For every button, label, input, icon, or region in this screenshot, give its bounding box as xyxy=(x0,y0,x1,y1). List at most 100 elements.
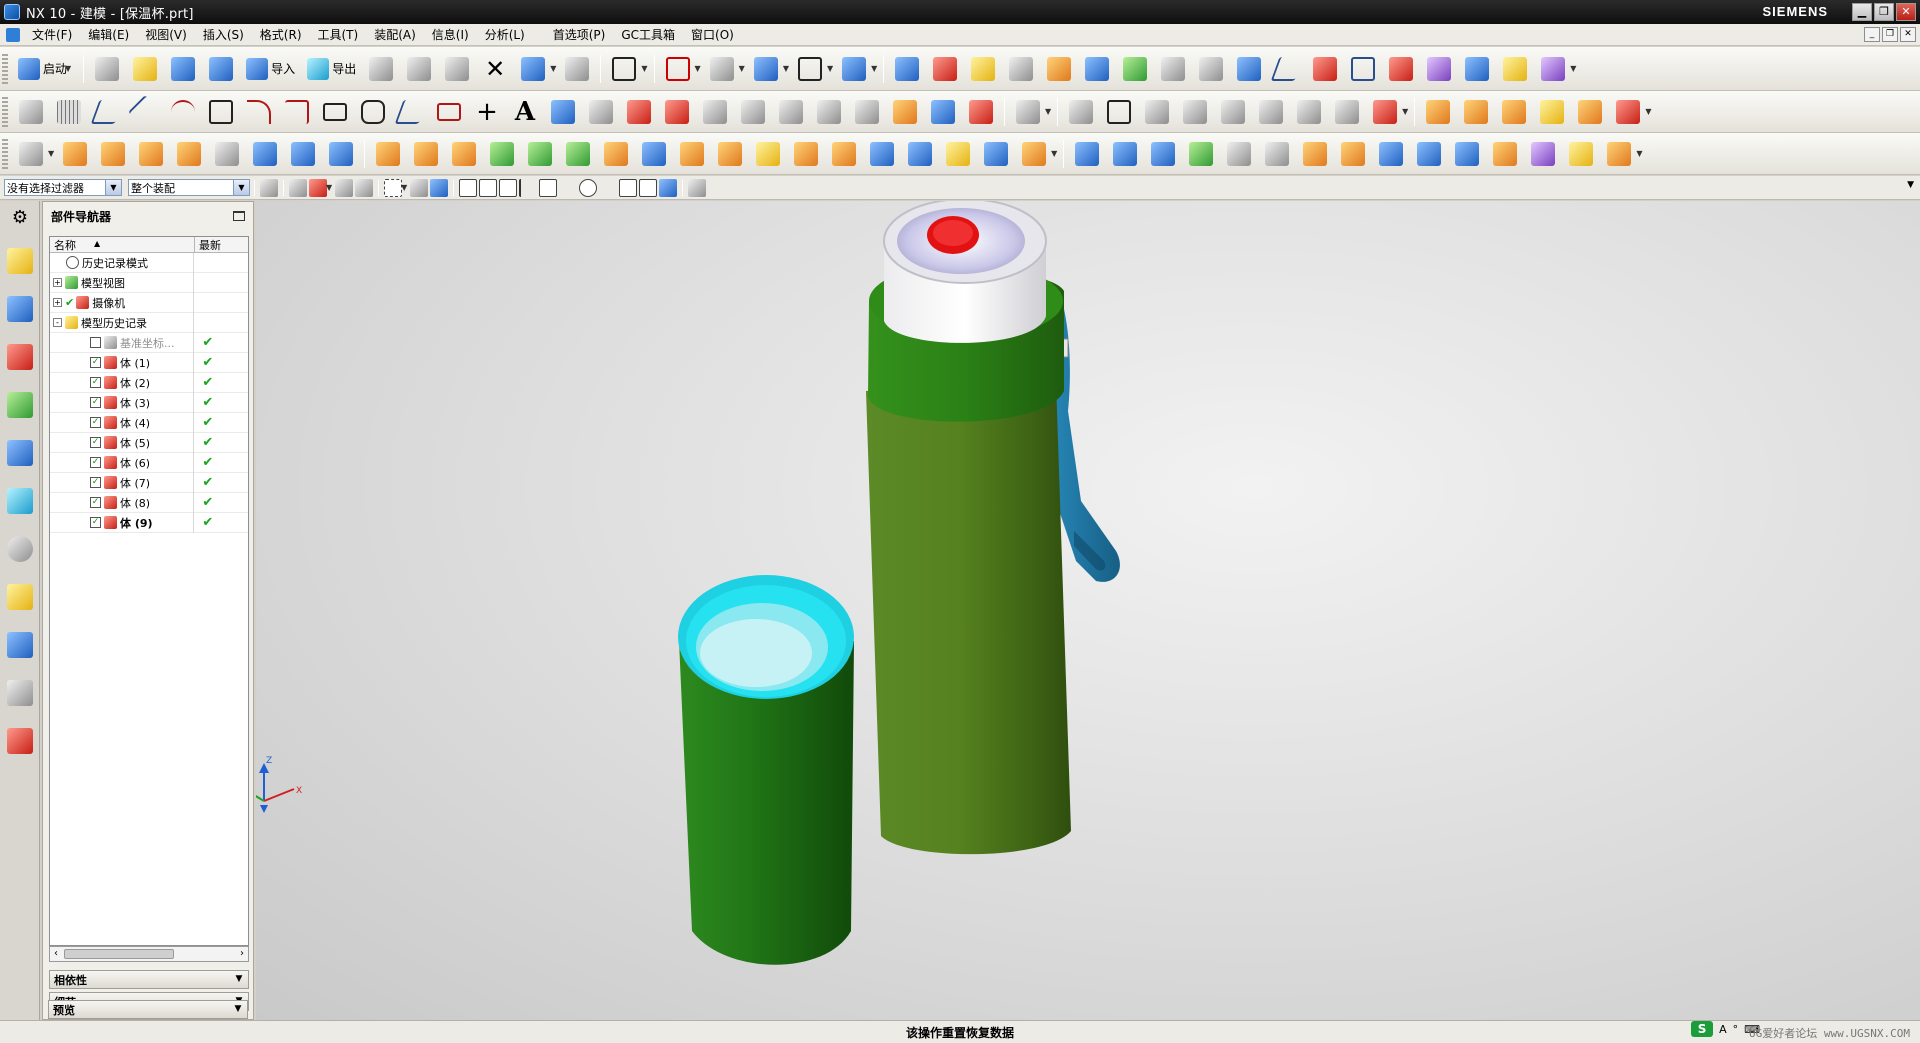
chevron-down-icon[interactable]: ▼ xyxy=(871,64,877,73)
tube-surface-button[interactable] xyxy=(1374,137,1408,171)
revolve-button[interactable] xyxy=(172,137,206,171)
pattern-face-button[interactable] xyxy=(96,137,130,171)
column-name[interactable]: 名称 ▲ xyxy=(50,237,195,252)
pattern-feature-button[interactable] xyxy=(58,137,92,171)
offset-region-button[interactable] xyxy=(1535,95,1569,129)
snap-endpoint-icon[interactable] xyxy=(459,178,478,197)
split-curve-button[interactable] xyxy=(1140,95,1174,129)
menu-analysis[interactable]: 分析(L) xyxy=(477,24,533,46)
open-button[interactable] xyxy=(128,52,162,86)
menu-format[interactable]: 格式(R) xyxy=(252,24,310,46)
datum-csys-button[interactable] xyxy=(928,52,962,86)
global-shaping-button[interactable] xyxy=(1564,137,1598,171)
scroll-left-icon[interactable]: ‹ xyxy=(50,947,62,961)
chevron-down-icon[interactable]: ▼ xyxy=(1402,107,1408,116)
scrollbar-thumb[interactable] xyxy=(64,949,174,959)
tree-horizontal-scrollbar[interactable]: ‹ › xyxy=(49,946,249,962)
tree-feature-body-current[interactable]: ✓ 体 (9) ✔ xyxy=(50,512,248,533)
tree-feature-body[interactable]: ✓ 体 (2) ✔ xyxy=(50,372,248,393)
process-studio-tab[interactable] xyxy=(4,625,36,665)
panel-preview[interactable]: 预览 ▼ xyxy=(48,1000,248,1019)
paste-button[interactable] xyxy=(440,52,474,86)
tree-feature-body[interactable]: ✓ 体 (1) ✔ xyxy=(50,352,248,373)
reuse-library-tab[interactable] xyxy=(4,385,36,425)
zoom-button[interactable] xyxy=(661,52,695,86)
thread-button[interactable] xyxy=(210,137,244,171)
silhouette-flange-button[interactable] xyxy=(1146,137,1180,171)
ellipse-button[interactable] xyxy=(432,95,466,129)
table-button[interactable] xyxy=(1156,52,1190,86)
draft-analysis-button[interactable] xyxy=(1536,52,1570,86)
distance-button[interactable] xyxy=(1384,52,1418,86)
snap-quadrant-icon[interactable] xyxy=(559,179,577,197)
type-filter-select[interactable]: 没有选择过滤器 ▼ xyxy=(4,179,122,196)
snap-existing-point-icon[interactable] xyxy=(599,179,617,197)
menu-gc-toolkit[interactable]: GC工具箱 xyxy=(613,24,683,46)
offset-face-button[interactable] xyxy=(371,137,405,171)
selection-options-icon[interactable] xyxy=(688,178,707,197)
menu-window[interactable]: 窗口(O) xyxy=(683,24,742,46)
sew-button[interactable] xyxy=(789,137,823,171)
text-button[interactable]: A xyxy=(508,95,542,129)
reverse-curve-button[interactable] xyxy=(1368,95,1402,129)
maximize-icon[interactable]: ❐ xyxy=(1874,3,1894,21)
arc-tool-button[interactable] xyxy=(1308,52,1342,86)
tree-node-model-history[interactable]: - 模型历史记录 xyxy=(50,312,248,333)
expand-icon[interactable]: + xyxy=(53,278,62,287)
visibility-checkbox[interactable]: ✓ xyxy=(90,517,101,528)
measure-button[interactable] xyxy=(1080,52,1114,86)
tree-node-history-mode[interactable]: 历史记录模式 xyxy=(50,252,248,273)
bounded-plane-button[interactable] xyxy=(1184,137,1218,171)
chevron-down-icon[interactable]: ▼ xyxy=(827,64,833,73)
visibility-checkbox[interactable]: ✓ xyxy=(90,437,101,448)
shell-button[interactable] xyxy=(409,137,443,171)
system-materials-tab[interactable] xyxy=(4,577,36,617)
layer-button[interactable] xyxy=(1118,52,1152,86)
helix-button[interactable] xyxy=(546,95,580,129)
composite-curve-button[interactable] xyxy=(926,95,960,129)
tree-feature-body[interactable]: ✓ 体 (7) ✔ xyxy=(50,472,248,493)
surface-analysis-button[interactable] xyxy=(1422,52,1456,86)
visibility-checkbox[interactable]: ✓ xyxy=(90,457,101,468)
select-cube-icon[interactable] xyxy=(430,178,449,197)
copy-button[interactable] xyxy=(402,52,436,86)
nx-menu-icon[interactable] xyxy=(6,27,20,42)
doc-restore-icon[interactable]: ❐ xyxy=(1882,27,1898,42)
extrude-button[interactable] xyxy=(134,137,168,171)
history-tab[interactable] xyxy=(4,529,36,569)
start-button[interactable]: 启动 ▼ xyxy=(14,52,77,86)
reflection-button[interactable] xyxy=(1498,52,1532,86)
snap-on-face-icon[interactable] xyxy=(639,178,658,197)
cylinder-button[interactable] xyxy=(248,137,282,171)
fit-view-button[interactable] xyxy=(607,52,641,86)
column-latest[interactable]: 最新 xyxy=(195,237,221,252)
chevron-down-icon[interactable]: ▼ xyxy=(1570,64,1576,73)
tree-node-cameras[interactable]: + ✔ 摄像机 xyxy=(50,292,248,313)
move-object-button[interactable] xyxy=(1004,52,1038,86)
visibility-checkbox[interactable]: ✓ xyxy=(90,397,101,408)
profile-button[interactable] xyxy=(90,95,124,129)
circle-tool-button[interactable] xyxy=(1346,52,1380,86)
grid-button[interactable] xyxy=(52,95,86,129)
offset-curve-button[interactable] xyxy=(622,95,656,129)
menu-edit[interactable]: 编辑(E) xyxy=(80,24,137,46)
shaded-button[interactable] xyxy=(705,52,739,86)
scroll-right-icon[interactable]: › xyxy=(236,947,248,961)
save-as-button[interactable] xyxy=(204,52,238,86)
expand-icon[interactable]: + xyxy=(53,298,62,307)
ruled-button[interactable] xyxy=(941,137,975,171)
chevron-down-icon[interactable]: ▼ xyxy=(1645,107,1651,116)
smooth-button[interactable] xyxy=(1292,95,1326,129)
ime-mode-icon[interactable]: A xyxy=(1719,1023,1727,1036)
chevron-down-icon[interactable]: ▼ xyxy=(695,64,701,73)
thermos-cup[interactable] xyxy=(678,575,854,965)
menu-view[interactable]: 视图(V) xyxy=(137,24,195,46)
background-button[interactable] xyxy=(793,52,827,86)
visibility-checkbox[interactable] xyxy=(90,337,101,348)
snap-midpoint-icon[interactable] xyxy=(479,178,498,197)
bridge-curve-button[interactable] xyxy=(888,95,922,129)
reposition-button[interactable] xyxy=(1042,52,1076,86)
thicken-button[interactable] xyxy=(1412,137,1446,171)
intersect-button[interactable] xyxy=(561,137,595,171)
tree-node-model-views[interactable]: + 模型视图 xyxy=(50,272,248,293)
